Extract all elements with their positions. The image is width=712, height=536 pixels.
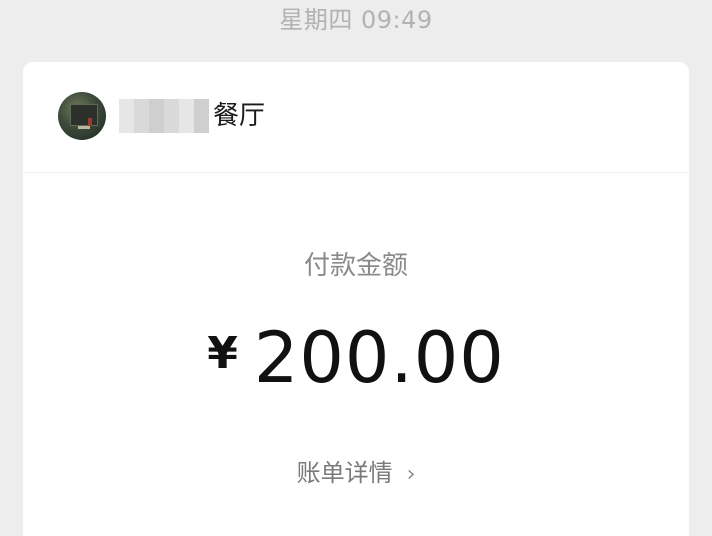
message-timestamp: 星期四 09:49 bbox=[279, 6, 433, 34]
bill-details-label: 账单详情 bbox=[296, 459, 393, 487]
currency-symbol: ¥ bbox=[207, 328, 238, 379]
payment-card[interactable]: 餐厅 付款金额 ¥200.00 账单详情 › bbox=[23, 62, 689, 536]
storefront-detail bbox=[88, 118, 92, 126]
merchant-name: 餐厅 bbox=[213, 101, 266, 131]
payment-amount: ¥200.00 bbox=[23, 314, 689, 417]
redacted-name-blur bbox=[119, 99, 209, 133]
payment-amount-label: 付款金额 bbox=[303, 251, 408, 281]
merchant-avatar[interactable] bbox=[58, 92, 106, 140]
storefront-icon bbox=[70, 104, 98, 126]
chevron-right-icon: › bbox=[406, 462, 416, 487]
bill-details-link[interactable]: 账单详情 › bbox=[23, 456, 689, 492]
merchant-name-row[interactable]: 餐厅 bbox=[119, 96, 265, 136]
storefront-light bbox=[78, 126, 90, 129]
card-header: 餐厅 bbox=[23, 62, 689, 173]
chat-screen: 星期四 09:49 餐厅 付款金额 ¥200.00 账单详情 › bbox=[0, 0, 712, 536]
amount-value: 200.00 bbox=[253, 317, 505, 399]
